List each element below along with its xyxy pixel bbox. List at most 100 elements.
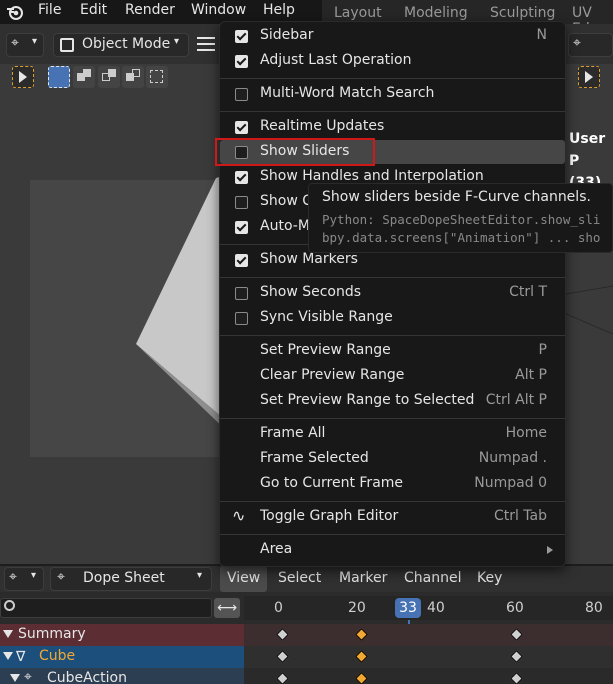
menu-window[interactable]: Window — [191, 2, 246, 18]
annotation-highlight-box — [215, 138, 375, 166]
workspace-tab-uv-editing[interactable]: UV Ed — [560, 0, 613, 37]
channel-cube[interactable]: ∇ Cube — [0, 646, 244, 668]
dopesheet-mode-dropdown[interactable]: ⌖ Dope Sheet ▾ — [50, 567, 212, 591]
select-tool-icon-right[interactable] — [578, 66, 600, 88]
menu-item-show-seconds[interactable]: Show Seconds Ctrl T — [220, 281, 565, 305]
checkbox-unchecked-icon[interactable] — [235, 312, 248, 325]
menu-item-toggle-graph-editor[interactable]: ∿ Toggle Graph Editor Ctrl Tab — [220, 505, 565, 529]
menu-item-frame-all[interactable]: Frame All Home — [220, 422, 565, 446]
channel-label: CubeAction — [47, 670, 127, 684]
menu-item-realtime-updates[interactable]: Realtime Updates — [220, 115, 565, 139]
box-select-extend-icon[interactable] — [73, 66, 95, 88]
transform-icon: ⌖ — [573, 35, 581, 51]
menu-separator — [220, 78, 565, 79]
menu-item-sidebar[interactable]: Sidebar N — [220, 24, 565, 48]
frame-label: 20 — [348, 600, 366, 616]
dopesheet-menu-channel[interactable]: Channel — [404, 570, 461, 586]
checkbox-checked-icon[interactable] — [235, 121, 248, 134]
menu-separator — [220, 335, 565, 336]
box-select-subtract-icon[interactable] — [98, 66, 120, 88]
menu-item-shortcut: Numpad 0 — [474, 475, 547, 491]
menu-item-shortcut: Ctrl T — [509, 284, 547, 300]
keyframe[interactable] — [510, 628, 523, 641]
grid-lines — [566, 285, 613, 335]
checkbox-checked-icon[interactable] — [235, 30, 248, 43]
checkbox-unchecked-icon[interactable] — [235, 287, 248, 300]
menu-item-label: Set Preview Range — [260, 342, 391, 358]
menu-item-sync-visible-range[interactable]: Sync Visible Range — [220, 306, 565, 330]
keyframe[interactable] — [276, 650, 289, 663]
channel-summary[interactable]: Summary — [0, 624, 244, 646]
menu-item-label: Realtime Updates — [260, 118, 385, 134]
cube-mesh[interactable] — [130, 174, 230, 434]
tooltip-data-path: bpy.data.screens["Animation"] ... sho — [322, 230, 601, 245]
keyframe[interactable] — [276, 672, 289, 684]
checkbox-checked-icon[interactable] — [235, 254, 248, 267]
keyframe-selected[interactable] — [355, 650, 368, 663]
menu-item-label: Clear Preview Range — [260, 367, 405, 383]
view-name-text: User P — [569, 131, 606, 169]
frame-label: 60 — [506, 600, 524, 616]
menu-edit[interactable]: Edit — [80, 2, 107, 18]
dopesheet-menu-key[interactable]: Key — [477, 570, 502, 586]
object-mode-label: Object Mode — [82, 36, 171, 52]
menu-item-frame-selected[interactable]: Frame Selected Numpad . — [220, 447, 565, 471]
chevron-down-icon: ▾ — [31, 570, 37, 581]
dope-sheet-editor[interactable]: ⌖ ▾ ⌖ Dope Sheet ▾ View Select Marker Ch… — [0, 566, 613, 684]
search-icon — [4, 600, 15, 611]
menu-file[interactable]: File — [38, 2, 61, 18]
current-frame-indicator[interactable]: 33 — [395, 598, 421, 618]
menu-item-go-to-current-frame[interactable]: Go to Current Frame Numpad 0 — [220, 472, 565, 496]
menu-item-multi-word-match-search[interactable]: Multi-Word Match Search — [220, 82, 565, 106]
dopesheet-menu-select[interactable]: Select — [278, 570, 321, 586]
timeline-ruler[interactable]: 0 20 40 60 80 33 — [244, 596, 613, 620]
channel-swap-button[interactable]: ⟷ — [214, 598, 240, 618]
expand-triangle-icon[interactable] — [3, 652, 13, 660]
menu-item-label: Frame Selected — [260, 450, 369, 466]
expand-triangle-icon[interactable] — [10, 674, 20, 682]
chevron-down-icon: ▾ — [174, 36, 180, 47]
object-mode-dropdown[interactable]: Object Mode ▾ — [53, 33, 189, 57]
keyframe[interactable] — [510, 650, 523, 663]
channel-search-input[interactable] — [0, 598, 212, 618]
transform-icon: ⌖ — [11, 35, 19, 51]
box-select-invert-icon[interactable] — [122, 66, 144, 88]
editor-type-button-right[interactable]: ⌖ — [568, 33, 613, 57]
menu-separator — [220, 418, 565, 419]
box-select-intersect-icon[interactable] — [146, 66, 168, 88]
menu-item-shortcut: Alt P — [515, 367, 547, 383]
keyframe-row-summary[interactable] — [244, 624, 613, 646]
channel-cubeaction[interactable]: ⌖ CubeAction — [0, 668, 244, 684]
submenu-arrow-icon — [547, 546, 553, 554]
keyframe-row-cubeaction[interactable] — [244, 668, 613, 684]
menu-item-set-preview-range-to-selected[interactable]: Set Preview Range to Selected Ctrl Alt P — [220, 389, 565, 413]
menu-render[interactable]: Render — [125, 2, 175, 18]
box-select-new-icon[interactable] — [48, 66, 70, 88]
dopesheet-menu-marker[interactable]: Marker — [339, 570, 387, 586]
keyframe-selected[interactable] — [355, 628, 368, 641]
editor-type-button[interactable]: ⌖ ▾ — [4, 567, 44, 591]
menu-item-set-preview-range[interactable]: Set Preview Range P — [220, 339, 565, 363]
menu-item-clear-preview-range[interactable]: Clear Preview Range Alt P — [220, 364, 565, 388]
checkbox-checked-icon[interactable] — [235, 171, 248, 184]
select-tool-icon[interactable] — [12, 66, 34, 88]
checkbox-unchecked-icon[interactable] — [235, 88, 248, 101]
keyframe[interactable] — [510, 672, 523, 684]
keyframe-row-cube[interactable] — [244, 646, 613, 668]
checkbox-checked-icon[interactable] — [235, 221, 248, 234]
menu-item-label: Show Handles and Interpolation — [260, 168, 484, 184]
dopesheet-menu-view[interactable]: View — [220, 566, 268, 592]
editor-type-button[interactable]: ⌖ ▾ — [6, 33, 44, 57]
keyframe[interactable] — [276, 628, 289, 641]
menu-item-adjust-last-operation[interactable]: Adjust Last Operation — [220, 49, 565, 73]
expand-triangle-icon[interactable] — [3, 630, 13, 638]
checkbox-unchecked-icon[interactable] — [235, 196, 248, 209]
menu-help[interactable]: Help — [263, 2, 295, 18]
hamburger-menu-icon[interactable] — [197, 37, 215, 51]
blender-logo-icon[interactable] — [6, 3, 24, 21]
menu-item-area[interactable]: Area — [220, 538, 565, 562]
checkbox-checked-icon[interactable] — [235, 55, 248, 68]
menu-separator — [220, 534, 565, 535]
keyframe-selected[interactable] — [355, 672, 368, 684]
frame-label: 0 — [274, 600, 283, 616]
